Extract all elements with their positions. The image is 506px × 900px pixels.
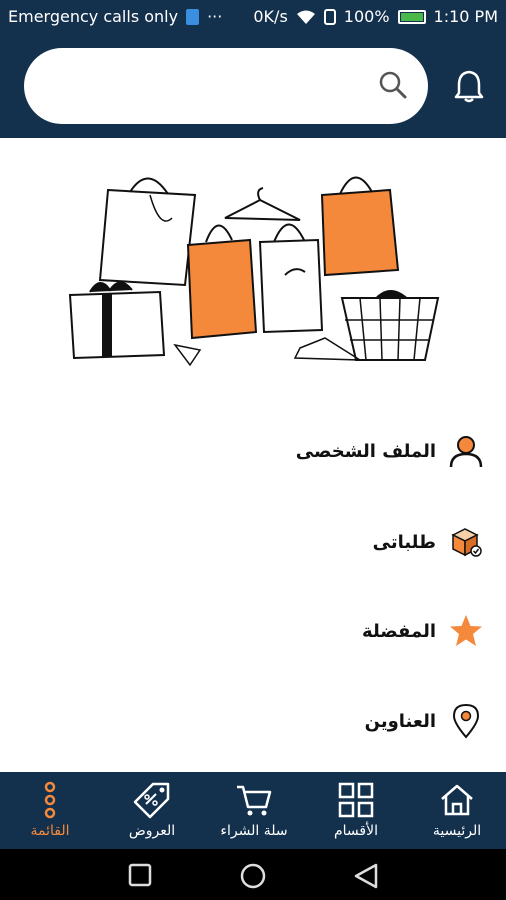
nav-label-cart: سلة الشراء (220, 823, 288, 839)
search-input[interactable] (54, 68, 374, 104)
search-bar[interactable] (24, 48, 428, 124)
back-triangle-icon[interactable] (354, 863, 378, 893)
carrier-text: Emergency calls only (8, 7, 179, 26)
nav-menu[interactable]: القائمة (18, 772, 82, 849)
battery-icon (397, 9, 426, 24)
cart-icon (235, 781, 273, 819)
nav-categories[interactable]: الأقسام (318, 772, 394, 849)
nav-offers[interactable]: العروض (112, 772, 192, 849)
nav-home[interactable]: الرئيسية (416, 772, 498, 849)
home-icon (439, 781, 475, 819)
bell-icon[interactable] (454, 69, 484, 107)
menu-label-favorites: المفضلة (362, 620, 436, 642)
search-icon[interactable] (378, 70, 408, 104)
app-header (0, 36, 506, 138)
phone-icon (323, 8, 336, 25)
menu-item-favorites[interactable]: المفضلة (362, 606, 484, 656)
shopping-bags-illustration (68, 176, 440, 367)
recent-apps-icon[interactable] (128, 863, 152, 891)
nav-cart[interactable]: سلة الشراء (206, 772, 302, 849)
nav-label-menu: القائمة (30, 823, 70, 839)
more-dots: ··· (207, 7, 223, 26)
star-icon (448, 613, 484, 649)
grid-icon (338, 781, 374, 819)
nav-label-home: الرئيسية (432, 823, 482, 839)
wifi-icon (296, 10, 315, 24)
menu-item-addresses[interactable]: العناوين (365, 696, 484, 746)
nav-label-offers: العروض (128, 823, 176, 839)
system-navigation-bar (0, 849, 506, 900)
menu-item-profile[interactable]: الملف الشخصى (296, 426, 484, 476)
menu-label-orders: طلباتى (372, 531, 436, 553)
more-vertical-icon (43, 781, 57, 819)
bottom-navigation: الرئيسية الأقسام سلة الشراء العروض القائ… (0, 772, 506, 849)
menu-item-orders[interactable]: طلباتى (373, 517, 484, 567)
network-speed: 0K/s (253, 7, 288, 26)
location-pin-icon (448, 703, 484, 739)
menu-label-addresses: العناوين (364, 710, 436, 732)
menu-label-profile: الملف الشخصى (295, 440, 436, 462)
nav-label-categories: الأقسام (334, 823, 378, 839)
status-bar: Emergency calls only ··· 0K/s 100% 1:10 … (0, 0, 506, 36)
clock: 1:10 PM (433, 7, 498, 26)
package-icon (448, 524, 484, 560)
tag-icon (133, 781, 171, 819)
battery-percent: 100% (343, 7, 390, 26)
person-icon (448, 433, 484, 469)
home-circle-icon[interactable] (240, 863, 266, 893)
sim-icon (186, 8, 200, 25)
